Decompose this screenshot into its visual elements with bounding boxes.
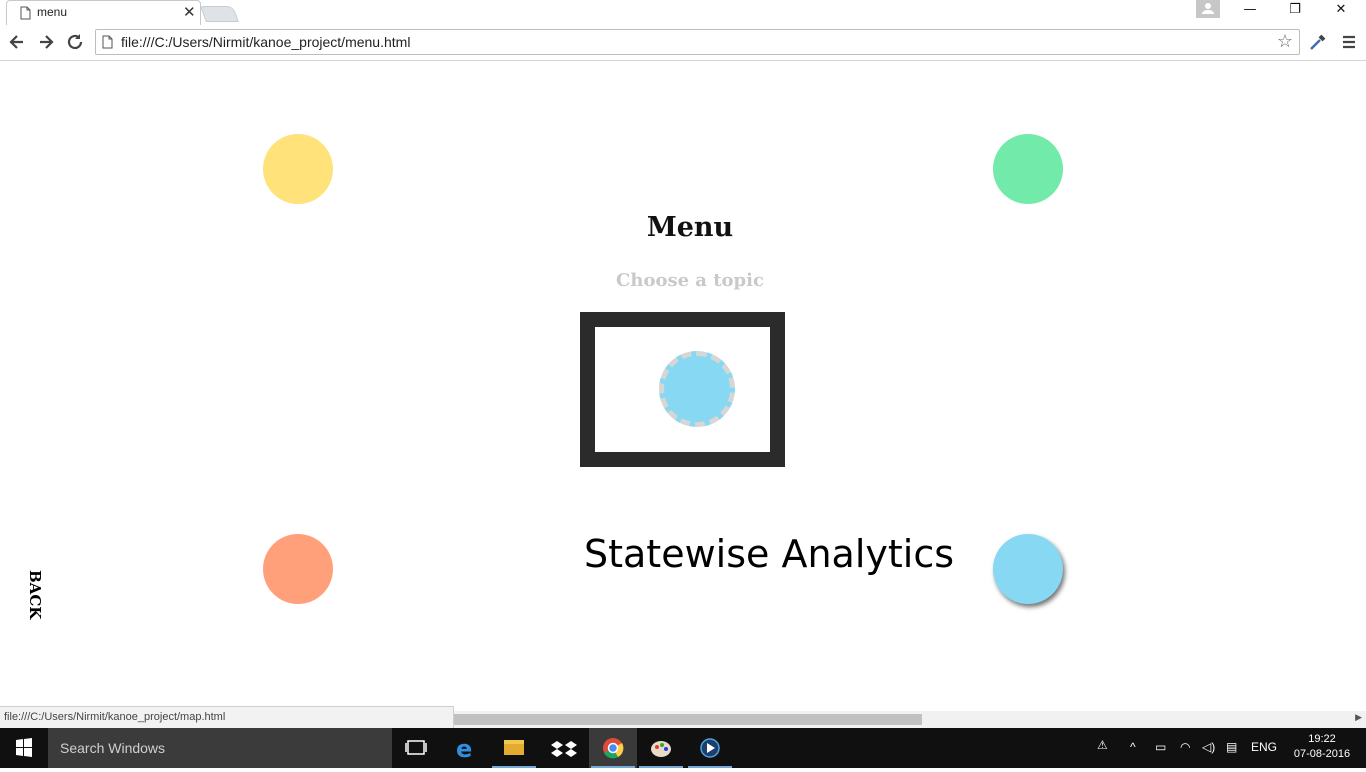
- page-title: Menu: [646, 212, 734, 243]
- page-subtitle: Choose a topic: [616, 270, 764, 291]
- browser-toolbar: file:///C:/Users/Nirmit/kanoe_project/me…: [0, 25, 1366, 61]
- page-icon: [102, 35, 113, 49]
- new-tab-button[interactable]: [200, 6, 239, 22]
- chrome-icon[interactable]: [589, 728, 637, 768]
- chevron-up-icon[interactable]: ^: [1130, 740, 1136, 754]
- yellow-topic-circle[interactable]: [263, 134, 333, 204]
- eyedropper-icon[interactable]: [1307, 31, 1329, 53]
- taskbar: Search Windows e ⚠ ^ ▭ ◠ ◁) ▤ ENG 19:22 …: [0, 728, 1366, 768]
- taskbar-search[interactable]: Search Windows: [48, 728, 392, 768]
- restore-button[interactable]: ❐: [1273, 2, 1317, 22]
- file-explorer-icon[interactable]: [490, 728, 538, 768]
- bookmark-star-icon[interactable]: ☆: [1277, 31, 1293, 52]
- clock[interactable]: 19:22 07-08-2016: [1284, 732, 1360, 762]
- back-link[interactable]: BACK: [4, 570, 44, 620]
- reload-icon[interactable]: [64, 31, 86, 53]
- volume-icon[interactable]: ◁): [1202, 740, 1215, 754]
- media-player-icon[interactable]: [686, 728, 734, 768]
- language-indicator[interactable]: ENG: [1251, 740, 1277, 754]
- page-content: Menu Choose a topic Statewise Analytics …: [0, 62, 1366, 712]
- chrome-menu-icon[interactable]: [1338, 31, 1360, 53]
- clock-time: 19:22: [1308, 733, 1336, 745]
- scroll-right-icon[interactable]: ▶: [1355, 713, 1362, 723]
- forward-arrow-icon[interactable]: [35, 31, 57, 53]
- clock-date: 07-08-2016: [1293, 748, 1351, 760]
- svg-text:e: e: [456, 735, 472, 763]
- wifi-icon[interactable]: ◠: [1180, 740, 1190, 754]
- task-view-icon[interactable]: [392, 728, 440, 768]
- orange-topic-circle[interactable]: [263, 534, 333, 604]
- back-arrow-icon[interactable]: [6, 31, 28, 53]
- notification-icon[interactable]: ▤: [1226, 740, 1237, 754]
- green-topic-circle[interactable]: [993, 134, 1063, 204]
- tab-close-icon[interactable]: ✕: [183, 3, 196, 21]
- warning-icon[interactable]: ⚠: [1097, 738, 1108, 752]
- paint-icon[interactable]: [637, 728, 685, 768]
- profile-icon[interactable]: [1196, 0, 1220, 18]
- scrollbar-thumb[interactable]: [454, 714, 922, 725]
- tab-title: menu: [37, 5, 68, 19]
- topic-preview-frame: [580, 312, 785, 467]
- start-button[interactable]: [0, 728, 48, 768]
- topic-label: Statewise Analytics: [584, 532, 955, 576]
- address-text[interactable]: file:///C:/Users/Nirmit/kanoe_project/me…: [121, 34, 410, 50]
- address-bar[interactable]: file:///C:/Users/Nirmit/kanoe_project/me…: [95, 29, 1300, 55]
- status-bar: file:///C:/Users/Nirmit/kanoe_project/ma…: [0, 706, 454, 728]
- dropbox-icon[interactable]: [540, 728, 588, 768]
- browser-tab[interactable]: menu ✕: [6, 0, 201, 25]
- horizontal-scrollbar[interactable]: ▶: [454, 711, 1366, 728]
- windows-logo-icon: [16, 738, 32, 757]
- page-icon: [20, 6, 31, 20]
- edge-icon[interactable]: e: [442, 728, 490, 768]
- battery-icon[interactable]: ▭: [1155, 740, 1166, 754]
- drop-target-circle[interactable]: [659, 351, 735, 427]
- minimize-button[interactable]: —: [1228, 2, 1272, 22]
- tab-strip: menu ✕ — ❐ ✕: [0, 0, 1366, 25]
- close-window-button[interactable]: ✕: [1319, 2, 1363, 22]
- blue-topic-circle[interactable]: [993, 534, 1063, 604]
